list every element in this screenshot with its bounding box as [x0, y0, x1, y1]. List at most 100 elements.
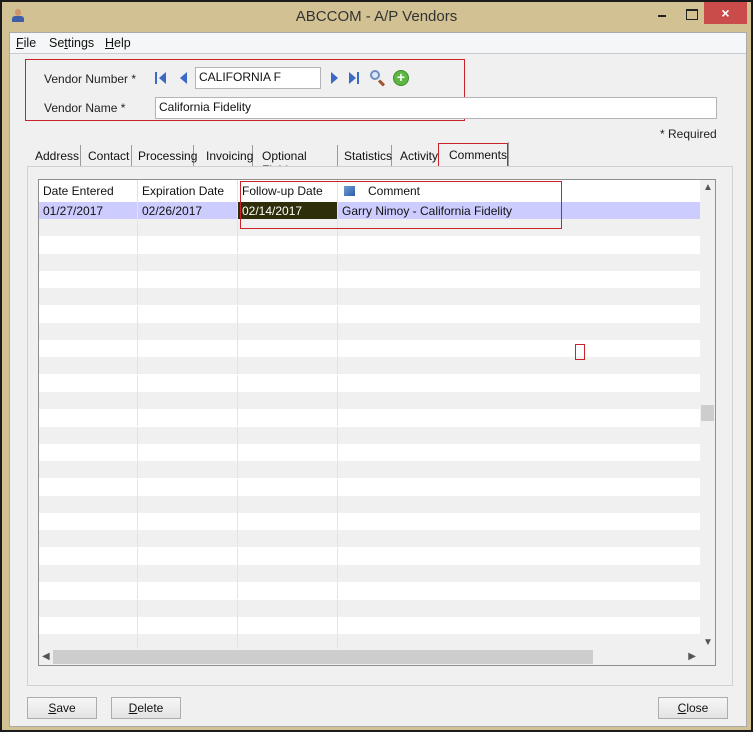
empty-cell[interactable] [138, 616, 238, 634]
empty-cell[interactable] [138, 305, 238, 323]
tab-address[interactable]: Address [35, 145, 81, 167]
empty-table-row[interactable] [39, 270, 702, 288]
empty-cell[interactable] [238, 478, 338, 496]
empty-cell[interactable] [39, 478, 138, 496]
next-record-icon[interactable] [329, 71, 341, 85]
empty-cell[interactable] [238, 582, 338, 600]
menu-file[interactable]: File [16, 36, 36, 50]
empty-cell[interactable] [338, 409, 702, 426]
empty-cell[interactable] [238, 616, 338, 634]
previous-record-icon[interactable] [178, 71, 190, 85]
empty-table-row[interactable] [39, 513, 702, 531]
empty-cell[interactable] [138, 409, 238, 427]
empty-table-row[interactable] [39, 599, 702, 617]
vertical-scroll-thumb[interactable] [701, 405, 714, 421]
empty-cell[interactable] [238, 236, 338, 254]
empty-cell[interactable] [39, 288, 138, 306]
empty-cell[interactable] [39, 409, 138, 427]
empty-cell[interactable] [338, 617, 702, 634]
empty-cell[interactable] [338, 461, 702, 478]
empty-cell[interactable] [138, 530, 238, 548]
tab-contact[interactable]: Contact [88, 145, 132, 167]
empty-table-row[interactable] [39, 461, 702, 479]
empty-cell[interactable] [138, 582, 238, 600]
tab-optional-fields[interactable]: Optional Fields [262, 145, 338, 177]
empty-table-row[interactable] [39, 565, 702, 582]
empty-cell[interactable] [338, 548, 702, 565]
empty-table-row[interactable] [39, 357, 702, 375]
empty-cell[interactable] [238, 374, 338, 392]
empty-cell[interactable] [138, 565, 238, 582]
empty-cell[interactable] [138, 357, 238, 375]
empty-cell[interactable] [238, 270, 338, 288]
empty-cell[interactable] [338, 340, 702, 357]
empty-cell[interactable] [138, 270, 238, 288]
cell-date-entered[interactable]: 01/27/2017 [39, 202, 138, 219]
close-button[interactable]: Close [658, 697, 728, 719]
empty-cell[interactable] [338, 357, 702, 374]
tab-activity[interactable]: Activity [400, 145, 438, 167]
empty-table-row[interactable] [39, 253, 702, 271]
empty-cell[interactable] [39, 495, 138, 513]
empty-table-row[interactable] [39, 236, 702, 254]
empty-table-row[interactable] [39, 530, 702, 548]
empty-cell[interactable] [238, 253, 338, 271]
search-icon[interactable] [370, 70, 386, 87]
empty-cell[interactable] [338, 375, 702, 392]
empty-cell[interactable] [338, 496, 702, 513]
empty-table-row[interactable] [39, 495, 702, 513]
menu-help[interactable]: Help [105, 36, 131, 50]
empty-cell[interactable] [39, 374, 138, 392]
empty-table-row[interactable] [39, 392, 702, 409]
vendor-number-input[interactable]: CALIFORNIA F [195, 67, 321, 89]
tab-statistics[interactable]: Statistics [344, 145, 392, 167]
tab-processing[interactable]: Processing [138, 145, 197, 167]
empty-cell[interactable] [338, 479, 702, 496]
scroll-down-icon[interactable]: ▼ [703, 637, 713, 648]
empty-cell[interactable] [39, 547, 138, 565]
empty-cell[interactable] [39, 616, 138, 634]
menu-settings[interactable]: Settings [49, 36, 94, 50]
empty-cell[interactable] [138, 392, 238, 409]
empty-cell[interactable] [238, 340, 338, 358]
empty-cell[interactable] [39, 565, 138, 582]
scroll-right-icon[interactable]: ▶ [688, 651, 696, 662]
empty-cell[interactable] [238, 443, 338, 461]
empty-cell[interactable] [39, 443, 138, 461]
empty-table-row[interactable] [39, 616, 702, 634]
empty-cell[interactable] [238, 461, 338, 479]
empty-cell[interactable] [138, 340, 238, 358]
empty-cell[interactable] [338, 444, 702, 461]
empty-table-row[interactable] [39, 582, 702, 600]
empty-cell[interactable] [338, 427, 702, 444]
empty-cell[interactable] [238, 426, 338, 444]
empty-cell[interactable] [238, 495, 338, 513]
empty-cell[interactable] [238, 357, 338, 375]
empty-cell[interactable] [39, 253, 138, 271]
empty-table-row[interactable] [39, 443, 702, 461]
empty-cell[interactable] [238, 547, 338, 565]
maximize-button[interactable] [678, 2, 704, 24]
scroll-up-icon[interactable]: ▲ [703, 182, 713, 193]
delete-button[interactable]: Delete [111, 697, 181, 719]
empty-cell[interactable] [39, 219, 138, 236]
minimize-button[interactable] [649, 2, 675, 24]
empty-cell[interactable] [338, 530, 702, 547]
empty-cell[interactable] [338, 306, 702, 323]
tab-invoicing[interactable]: Invoicing [206, 145, 253, 167]
empty-cell[interactable] [39, 582, 138, 600]
empty-cell[interactable] [238, 288, 338, 306]
empty-cell[interactable] [138, 253, 238, 271]
empty-cell[interactable] [338, 254, 702, 271]
empty-cell[interactable] [39, 461, 138, 479]
empty-table-row[interactable] [39, 305, 702, 323]
last-record-icon[interactable] [349, 71, 361, 85]
empty-cell[interactable] [138, 374, 238, 392]
empty-cell[interactable] [338, 565, 702, 582]
empty-cell[interactable] [138, 236, 238, 254]
empty-cell[interactable] [238, 322, 338, 340]
empty-table-row[interactable] [39, 426, 702, 444]
empty-cell[interactable] [338, 582, 702, 599]
empty-cell[interactable] [39, 236, 138, 254]
empty-cell[interactable] [138, 288, 238, 306]
